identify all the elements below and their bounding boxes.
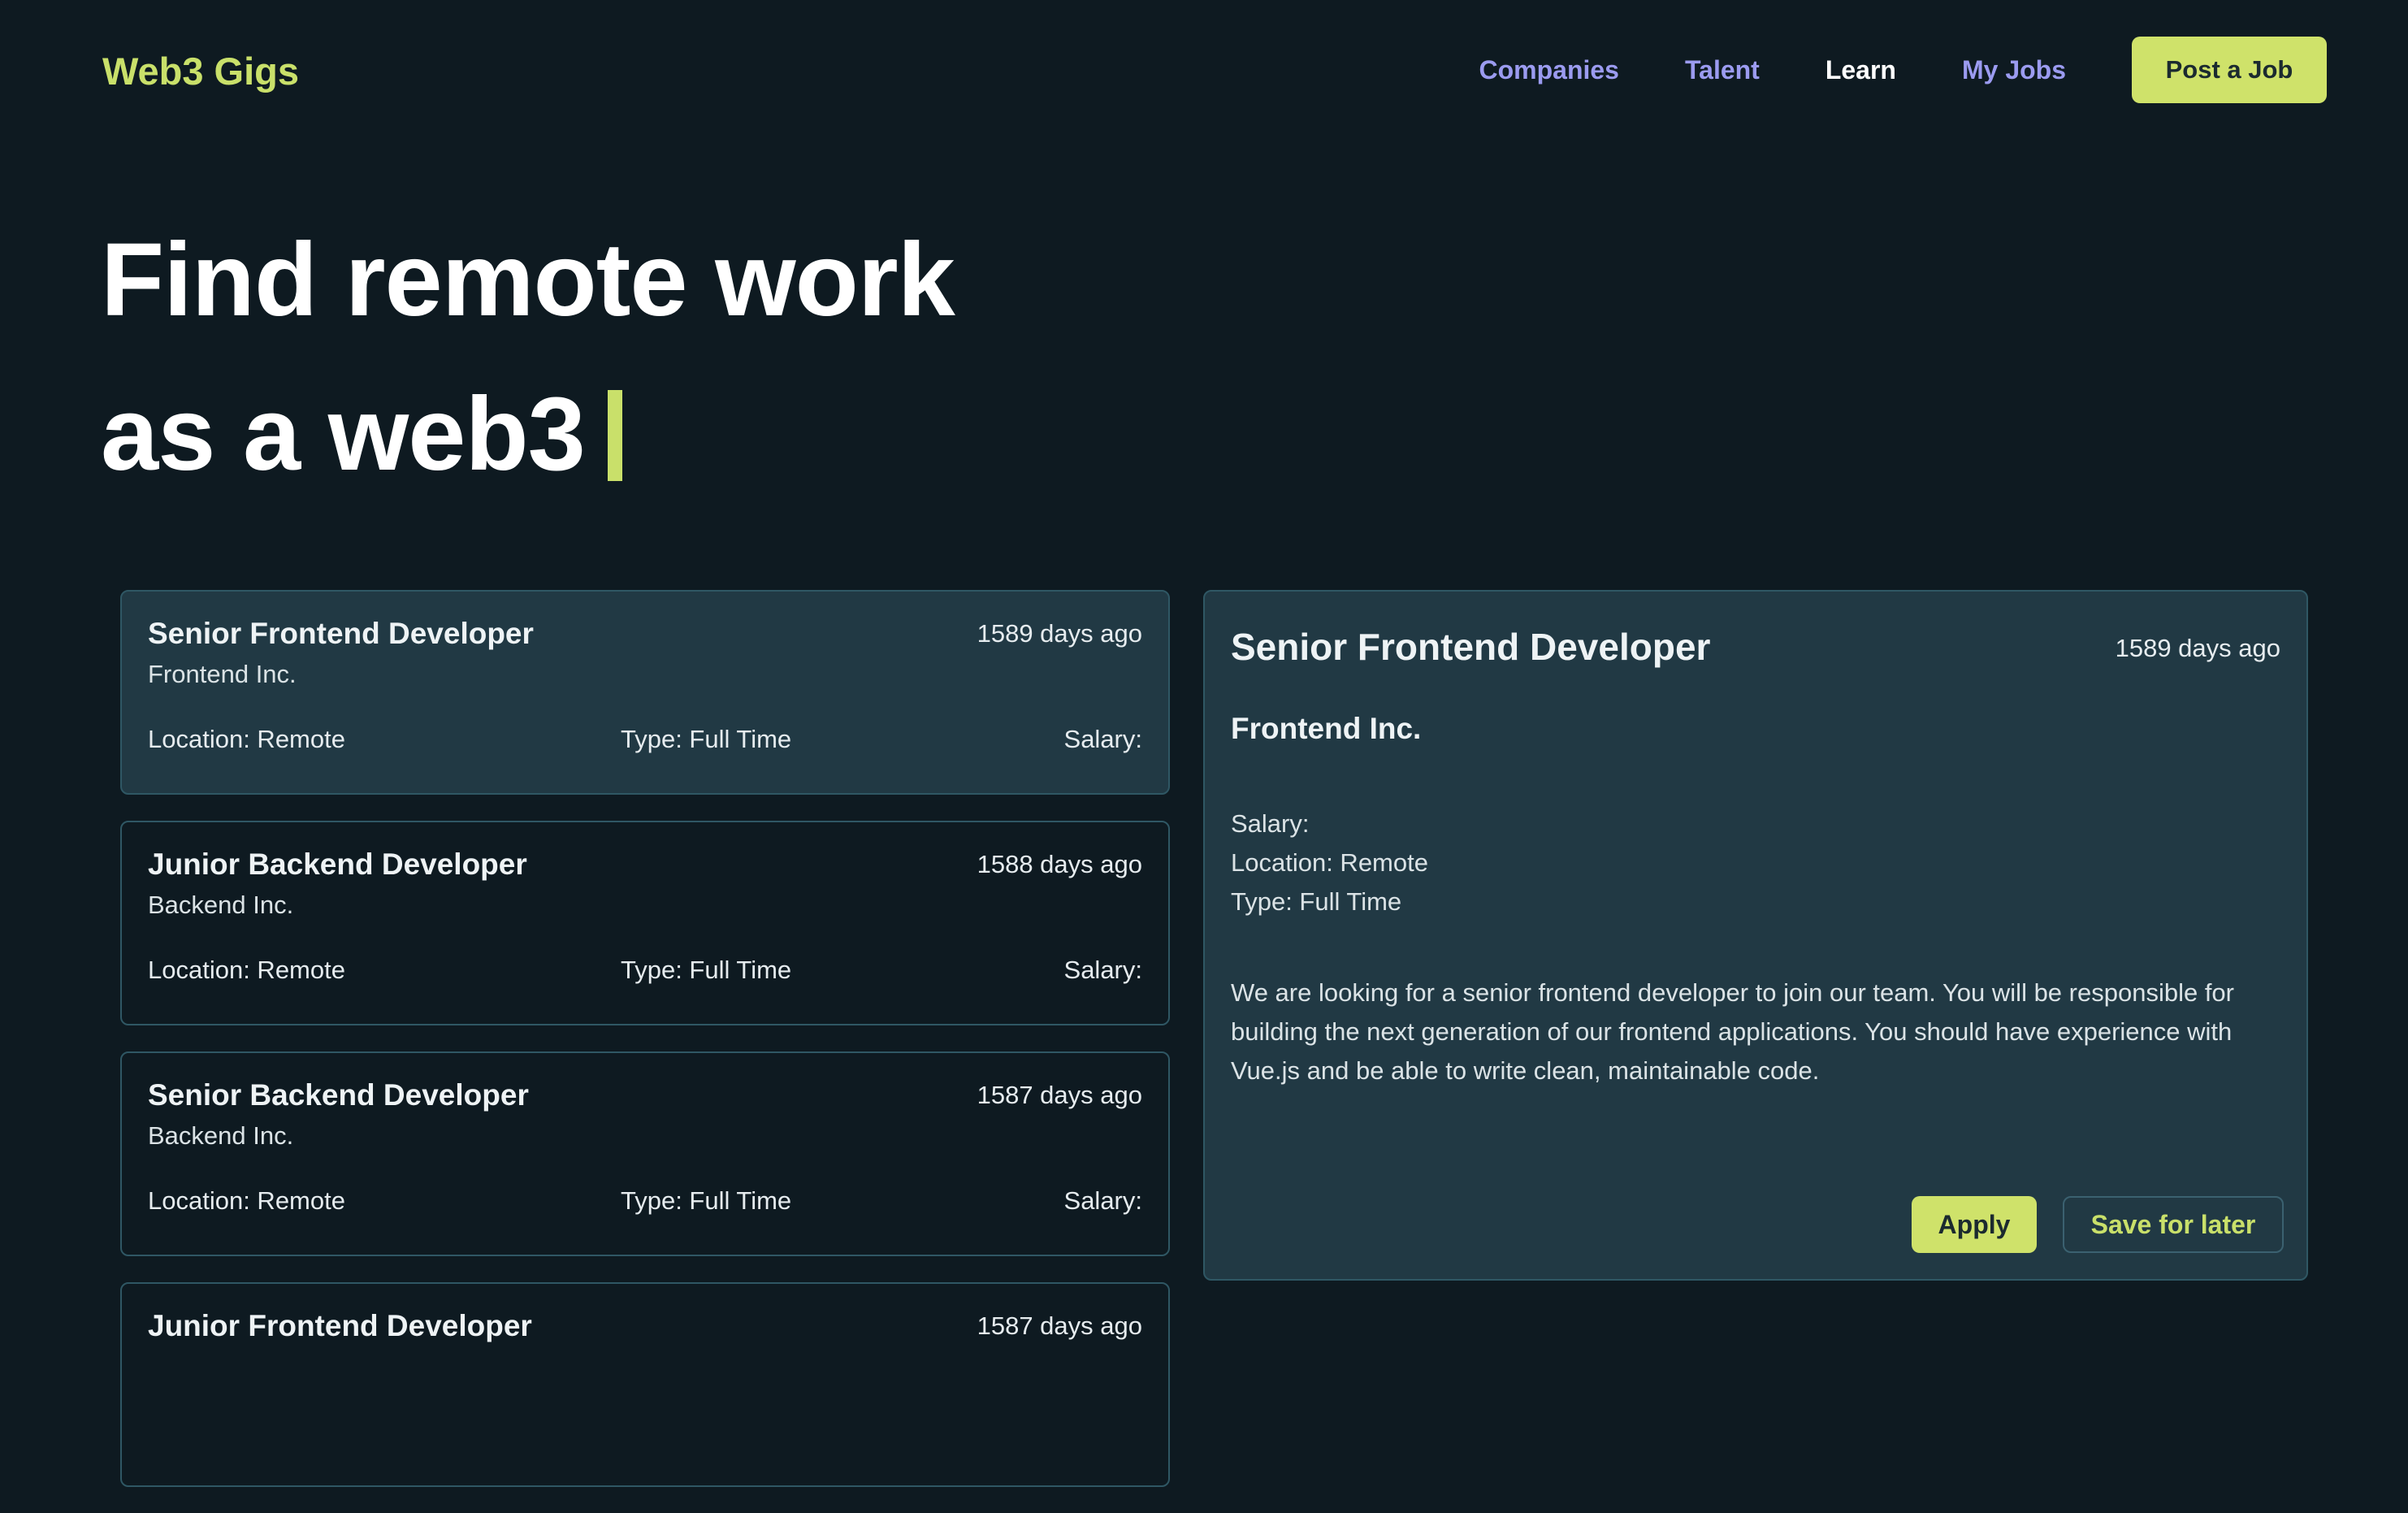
- hero-title-line-2: as a web3: [101, 374, 622, 496]
- job-type: Type: Full Time: [621, 1186, 792, 1215]
- job-type: Type: Full Time: [621, 725, 792, 753]
- job-salary: Salary:: [1063, 1186, 1142, 1215]
- apply-button[interactable]: Apply: [1912, 1196, 2037, 1253]
- brand-logo[interactable]: Web3 Gigs: [102, 49, 299, 94]
- nav-link-learn[interactable]: Learn: [1825, 54, 1896, 86]
- detail-meta: Salary: Location: Remote Type: Full Time: [1231, 804, 1428, 921]
- typing-cursor: [607, 390, 622, 481]
- job-posted-age: 1587 days ago: [977, 1081, 1142, 1109]
- detail-company: Frontend Inc.: [1231, 712, 1422, 745]
- job-location: Location: Remote: [148, 725, 345, 753]
- detail-location: Location: Remote: [1231, 848, 1428, 877]
- detail-title: Senior Frontend Developer: [1231, 626, 1711, 668]
- job-posted-age: 1589 days ago: [977, 619, 1142, 648]
- job-card[interactable]: Senior Backend Developer 1587 days ago B…: [120, 1051, 1170, 1256]
- job-location: Location: Remote: [148, 956, 345, 984]
- hero-title-line-1: Find remote work: [101, 222, 955, 338]
- job-title: Junior Frontend Developer: [148, 1309, 532, 1342]
- job-posted-age: 1588 days ago: [977, 850, 1142, 878]
- job-card[interactable]: Senior Frontend Developer 1589 days ago …: [120, 590, 1170, 795]
- nav-link-companies[interactable]: Companies: [1479, 54, 1618, 86]
- post-job-button[interactable]: Post a Job: [2132, 37, 2327, 103]
- job-type: Type: Full Time: [621, 956, 792, 984]
- job-title: Senior Frontend Developer: [148, 617, 534, 650]
- job-card[interactable]: Junior Frontend Developer 1587 days ago: [120, 1282, 1170, 1487]
- detail-posted-age: 1589 days ago: [2115, 634, 2280, 662]
- job-detail-panel: Senior Frontend Developer 1589 days ago …: [1203, 590, 2308, 1281]
- job-list: Senior Frontend Developer 1589 days ago …: [120, 590, 1170, 1513]
- job-title: Senior Backend Developer: [148, 1078, 529, 1112]
- job-card[interactable]: Junior Backend Developer 1588 days ago B…: [120, 821, 1170, 1025]
- job-salary: Salary:: [1063, 725, 1142, 753]
- job-posted-age: 1587 days ago: [977, 1311, 1142, 1340]
- hero-title-text: as a web3: [101, 376, 586, 492]
- detail-salary: Salary:: [1231, 809, 1310, 838]
- save-for-later-button[interactable]: Save for later: [2063, 1196, 2284, 1253]
- job-title: Junior Backend Developer: [148, 848, 527, 881]
- detail-description: We are looking for a senior frontend dev…: [1231, 978, 2234, 1085]
- nav-links: Companies Talent Learn My Jobs Post a Jo…: [1479, 37, 2327, 103]
- nav-link-talent[interactable]: Talent: [1685, 54, 1760, 86]
- top-nav: Web3 Gigs Companies Talent Learn My Jobs…: [0, 0, 2408, 138]
- job-salary: Salary:: [1063, 956, 1142, 984]
- job-company: Backend Inc.: [148, 1121, 294, 1150]
- job-company: Backend Inc.: [148, 891, 294, 919]
- nav-link-my-jobs[interactable]: My Jobs: [1962, 54, 2066, 86]
- job-company: Frontend Inc.: [148, 660, 297, 688]
- job-location: Location: Remote: [148, 1186, 345, 1215]
- detail-type: Type: Full Time: [1231, 887, 1402, 916]
